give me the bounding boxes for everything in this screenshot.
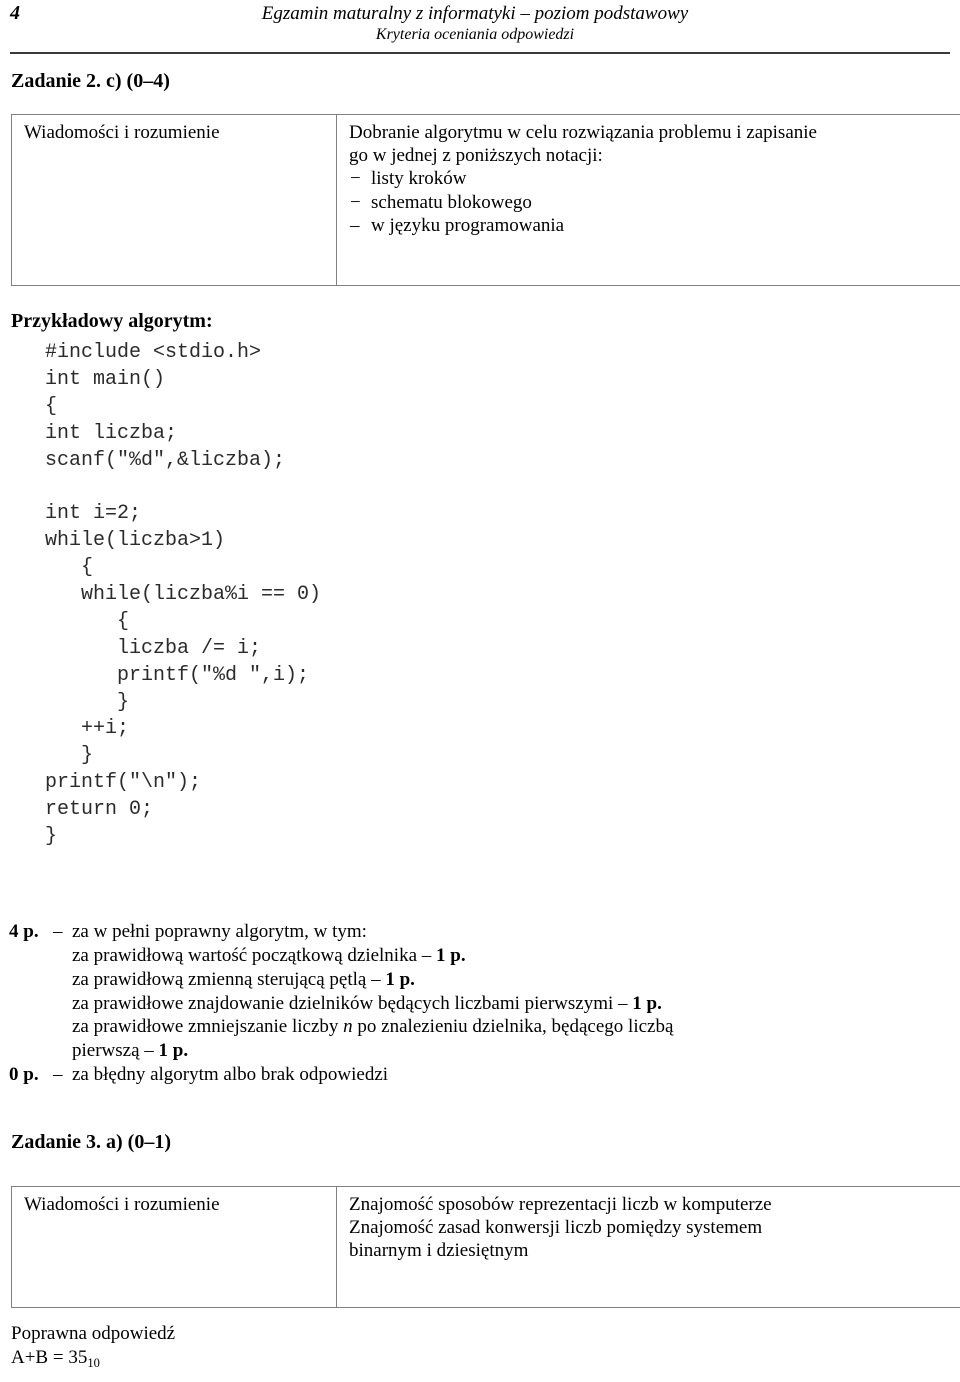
score-points-label: 0 p. <box>9 1064 39 1086</box>
header-divider <box>10 52 950 54</box>
list-item-label: schematu blokowego <box>371 191 532 213</box>
score-dash-icon: – <box>53 921 63 942</box>
description-line: Znajomość sposobów reprezentacji liczb w… <box>349 1194 772 1215</box>
table-row: Wiadomości i rozumienie Znajomość sposob… <box>11 1186 960 1308</box>
score-criterion-line: za prawidłowe zmniejszanie liczby n po z… <box>72 1015 950 1039</box>
score-criterion-line: za w pełni poprawny algorytm, w tym: <box>72 920 950 944</box>
score-block-0p: 0 p. – za błędny algorytm albo brak odpo… <box>0 1063 950 1087</box>
score-criterion-text: za prawidłowe zmniejszanie liczby <box>72 1016 344 1038</box>
correct-answer-block: Poprawna odpowiedź A+B = 3510 <box>11 1322 176 1370</box>
correct-answer-label: Poprawna odpowiedź <box>11 1323 176 1344</box>
answer-base-subscript: 10 <box>87 1355 100 1370</box>
score-criterion-points: 1 p. <box>436 944 466 966</box>
score-criterion-text: za błędny algorytm albo brak odpowiedzi <box>72 1064 389 1086</box>
page-header: 4 Egzamin maturalny z informatyki – pozi… <box>0 0 960 58</box>
dash-bullet-icon: – <box>350 214 360 236</box>
criteria-table-zadanie-2: Wiadomości i rozumienie Dobranie algoryt… <box>11 114 960 286</box>
score-criterion-points: 1 p. <box>385 968 415 990</box>
score-criterion-points: 1 p. <box>158 1040 189 1062</box>
description-line: binarnym i dziesiętnym <box>349 1240 529 1262</box>
header-subtitle: Kryteria oceniania odpowiedzi <box>375 26 575 44</box>
correct-answer-value: A+B = 3510 <box>11 1346 175 1370</box>
dash-bullet-icon: − <box>350 168 361 190</box>
list-item-label: listy kroków <box>371 168 467 190</box>
example-algorithm-code: #include <stdio.h> int main() { int licz… <box>45 341 322 849</box>
score-criterion-line: za prawidłową wartość początkową dzielni… <box>72 944 950 968</box>
table-row: Wiadomości i rozumienie Dobranie algoryt… <box>11 114 960 286</box>
criteria-description-cell: Dobranie algorytmu w celu rozwiązania pr… <box>336 114 960 286</box>
score-points-label: 4 p. <box>9 921 39 942</box>
score-criterion-line: za prawidłowe znajdowanie dzielników będ… <box>72 992 950 1016</box>
criteria-description-cell: Znajomość sposobów reprezentacji liczb w… <box>336 1186 960 1308</box>
score-criterion-variable: n <box>343 1016 353 1038</box>
score-criterion-line: pierwszą – 1 p. <box>72 1039 950 1063</box>
score-criterion-text: za prawidłową wartość początkową dzielni… <box>72 944 437 966</box>
header-exam-title: Egzamin maturalny z informatyki – poziom… <box>261 3 689 24</box>
score-block-4p: 4 p. – za w pełni poprawny algorytm, w t… <box>0 920 950 1063</box>
score-dash-icon: – <box>53 1064 63 1086</box>
list-item-label: w języku programowania <box>371 214 565 236</box>
score-criterion-text: po znalezieniu dzielnika, będącego liczb… <box>352 1016 674 1038</box>
notation-list: − listy kroków − schematu blokowego – w jęz… <box>349 167 960 237</box>
score-criterion-text: za prawidłowe znajdowanie dzielników będ… <box>72 992 633 1014</box>
criteria-category-cell: Wiadomości i rozumienie <box>11 1186 337 1308</box>
score-criterion-text: za w pełni poprawny algorytm, w tym: <box>72 921 367 942</box>
task-heading-zadanie-3: Zadanie 3. a) (0–1) <box>11 1131 171 1153</box>
description-line: Dobranie algorytmu w celu rozwiązania pr… <box>349 122 817 143</box>
description-line: go w jednej z poniższych notacji: <box>349 145 603 167</box>
answer-expression: A+B = 35 <box>11 1346 88 1368</box>
score-criterion-text: pierwszą – <box>72 1040 159 1062</box>
description-line: Znajomość zasad konwersji liczb pomiędzy… <box>349 1217 763 1239</box>
score-criterion-line: za prawidłową zmienną sterującą pętlą – … <box>72 968 950 992</box>
score-criterion-points: 1 p. <box>632 992 662 1014</box>
list-item: − schematu blokowego <box>349 191 960 214</box>
scoring-criteria-zadanie-2: 4 p. – za w pełni poprawny algorytm, w t… <box>0 900 950 1087</box>
header-title-block: Egzamin maturalny z informatyki – poziom… <box>0 2 950 45</box>
list-item: − listy kroków <box>349 167 960 190</box>
task-heading-zadanie-2: Zadanie 2. c) (0–4) <box>11 70 170 92</box>
criteria-table-zadanie-3: Wiadomości i rozumienie Znajomość sposob… <box>11 1186 960 1308</box>
criteria-category-cell: Wiadomości i rozumienie <box>11 114 337 286</box>
list-item: – w języku programowania <box>349 214 960 237</box>
score-criterion-text: za prawidłową zmienną sterującą pętlą – <box>72 968 386 990</box>
score-criterion-line: za błędny algorytm albo brak odpowiedzi <box>72 1063 950 1087</box>
example-algorithm-label: Przykładowy algorytm: <box>11 310 213 332</box>
dash-bullet-icon: − <box>350 191 361 213</box>
